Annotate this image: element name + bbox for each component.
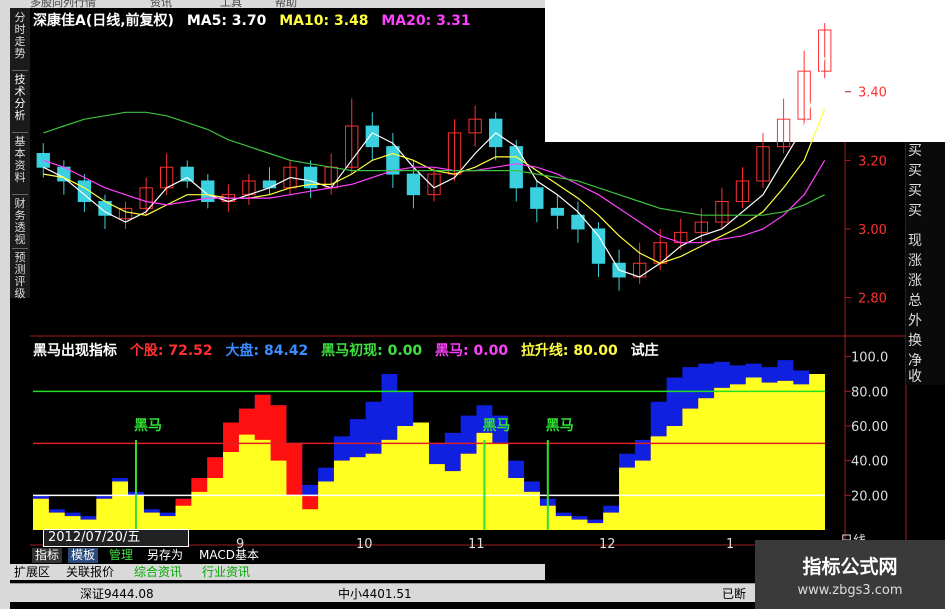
watermark-title: 指标公式网 xyxy=(802,556,898,578)
month-label: 11 xyxy=(468,537,485,552)
watermark-url: www.zbgs3.com xyxy=(797,583,903,598)
quote-tab[interactable]: 买 xyxy=(906,144,945,159)
quote-tab[interactable]: 净 xyxy=(906,354,945,369)
quote-tab[interactable]: 换 xyxy=(906,334,945,349)
tab-divider xyxy=(12,132,28,133)
tab-industry-news[interactable]: 行业资讯 xyxy=(202,564,250,580)
ma10-label: MA10: 3.48 xyxy=(279,13,369,29)
tab-fundamentals[interactable]: 基本资料 xyxy=(10,136,30,184)
signal-label: 黑马 xyxy=(134,418,162,434)
tab-financials[interactable]: 财务透视 xyxy=(10,198,30,246)
price-tick-label: 2.80 xyxy=(858,292,887,307)
main-chart-legend: 深康佳A(日线,前复权) MA5: 3.70 MA10: 3.48 MA20: … xyxy=(33,10,479,30)
candle-body xyxy=(365,125,379,148)
candle-body xyxy=(262,180,277,189)
stock-value: 个股: 72.52 xyxy=(129,343,213,359)
template-button[interactable]: 模板 xyxy=(68,548,99,563)
shenzhen-index: 深证9444.08 xyxy=(80,587,154,601)
month-label: 1 xyxy=(726,537,734,552)
indicator-button[interactable]: 指标 xyxy=(32,548,63,563)
tab-related-quotes[interactable]: 关联报价 xyxy=(66,564,114,580)
save-as-button[interactable]: 另存为 xyxy=(144,548,186,563)
tab-technical[interactable]: 技术分析 xyxy=(10,74,30,122)
horse-value: 黑马: 0.00 xyxy=(435,343,509,359)
candle-body xyxy=(550,207,565,216)
first-signal-value: 黑马初现: 0.00 xyxy=(321,343,423,359)
quote-tab[interactable]: 总 xyxy=(906,294,945,309)
candle-body xyxy=(406,173,421,196)
market-value: 大盘: 84.42 xyxy=(225,343,309,359)
ma5-label: MA5: 3.70 xyxy=(186,13,267,29)
macd-basic-button[interactable]: MACD基本 xyxy=(196,548,262,563)
tab-divider xyxy=(12,248,28,249)
indicator-tick-label: 40.00 xyxy=(851,455,888,470)
quote-side-panel: 买 买 买 买 现 涨 涨 总 外 换 净 收 xyxy=(906,142,945,385)
side-tab-bar: 分时走势 技术分析 基本资料 财务透视 预测评级 xyxy=(10,8,30,300)
signal-label: 黑马 xyxy=(482,418,510,434)
chart-canvas: 3.40 3.20 3.00 2.80 100.0 80.00 60.00 40.00 20.0… xyxy=(30,23,907,552)
indicator-tick-label: 20.00 xyxy=(851,489,888,504)
indicator-legend: 黑马出现指标 个股: 72.52 大盘: 84.42 黑马初现: 0.00 黑马… xyxy=(33,340,667,360)
trial-label: 试庄 xyxy=(630,343,659,359)
bottom-tab-bar: 扩展区 关联报价 综合资讯 行业资讯 xyxy=(10,564,545,580)
tab-divider xyxy=(12,194,28,195)
month-label: 10 xyxy=(356,537,373,552)
quote-tab[interactable]: 收 xyxy=(906,370,945,385)
tab-divider xyxy=(12,70,28,71)
indicator-toolbar: 指标 模板 管理 另存为 MACD基本 xyxy=(30,548,290,563)
signal-label: 黑马 xyxy=(546,418,574,434)
month-label: 12 xyxy=(599,537,616,552)
cursor-date-box: 2012/07/20/五 xyxy=(43,529,189,547)
tab-extension[interactable]: 扩展区 xyxy=(14,564,50,580)
tab-forecast[interactable]: 预测评级 xyxy=(10,252,30,300)
candle-body xyxy=(36,152,50,168)
connection-status: 已断 xyxy=(722,587,747,601)
candle-body xyxy=(530,187,544,209)
quote-tab[interactable]: 买 xyxy=(906,184,945,199)
indicator-tick-label: 80.00 xyxy=(851,385,888,400)
quote-tab[interactable]: 现 xyxy=(906,234,945,249)
quote-tab[interactable]: 涨 xyxy=(906,254,945,269)
manage-button[interactable]: 管理 xyxy=(106,548,136,563)
stock-title: 深康佳A(日线,前复权) xyxy=(33,13,174,29)
price-tick-label: 3.20 xyxy=(858,154,887,169)
price-tick-label: 3.00 xyxy=(858,223,887,238)
quote-tab[interactable]: 买 xyxy=(906,164,945,179)
sme-index: 中小4401.51 xyxy=(338,587,412,601)
status-bar: 深证9444.08 中小4401.51 已断 xyxy=(10,583,755,602)
watermark: 指标公式网 www.zbgs3.com xyxy=(755,540,945,609)
pull-line-value: 拉升线: 80.00 xyxy=(520,343,618,359)
candle-body xyxy=(591,228,606,264)
indicator-tick-label: 60.00 xyxy=(851,420,888,435)
quote-tab[interactable]: 买 xyxy=(906,204,945,219)
ma20-label: MA20: 3.31 xyxy=(381,13,471,29)
indicator-tick-label: 100.0 xyxy=(851,351,888,366)
tab-timeshare[interactable]: 分时走势 xyxy=(10,12,30,60)
quote-tab[interactable]: 涨 xyxy=(906,274,945,289)
indicator-name: 黑马出现指标 xyxy=(33,343,117,359)
tab-general-news[interactable]: 综合资讯 xyxy=(134,564,182,580)
quote-tab[interactable]: 外 xyxy=(906,314,945,329)
price-tick-label: 3.40 xyxy=(858,86,887,101)
candle-body xyxy=(180,166,194,182)
